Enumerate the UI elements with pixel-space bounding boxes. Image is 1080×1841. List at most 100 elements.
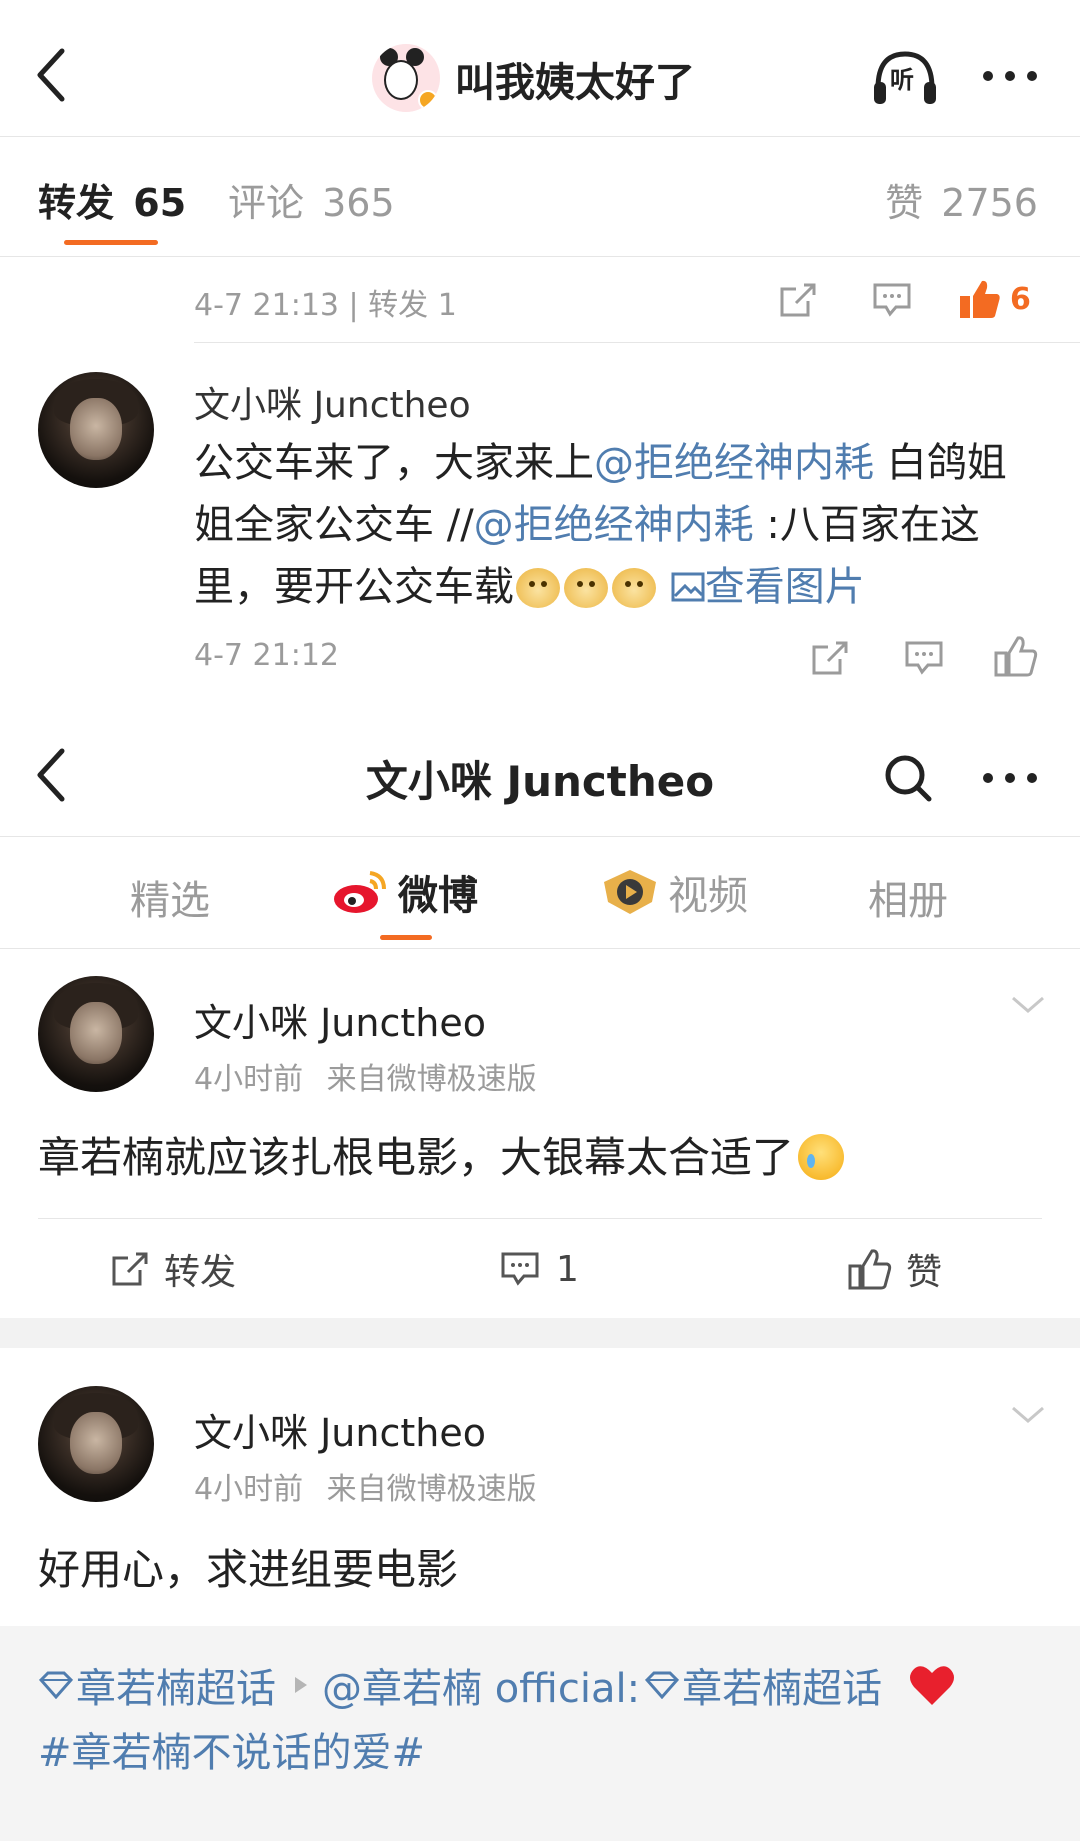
doge-emoji-icon xyxy=(612,568,656,608)
tab-featured[interactable]: 精选 xyxy=(130,868,210,926)
search-icon xyxy=(885,755,932,802)
comment-icon xyxy=(873,283,911,317)
post-text-content: 章若楠就应该扎根电影，大银幕太合适了 xyxy=(38,1133,795,1182)
tab-repost[interactable]: 转发 65 xyxy=(38,172,186,227)
tab-video[interactable]: 视频 xyxy=(600,862,748,922)
tab-comment-label: 评论 xyxy=(228,181,305,225)
doge-emoji-icon xyxy=(564,568,608,608)
post-time: 4小时前 xyxy=(194,1472,304,1507)
post-comment-button[interactable]: 1 xyxy=(500,1244,579,1294)
divider xyxy=(0,136,1080,137)
comment-icon xyxy=(905,641,943,675)
hashtag-link[interactable]: #章若楠不说话的爱# xyxy=(38,1720,425,1778)
tab-weibo-label: 微博 xyxy=(398,873,478,919)
avatar[interactable] xyxy=(38,372,154,488)
tab-like-count: 2756 xyxy=(941,181,1038,225)
more-dots-icon xyxy=(983,71,1037,81)
more-dots-icon xyxy=(983,773,1037,783)
tab-weibo[interactable]: 微博 xyxy=(332,862,478,922)
post-text: 章若楠就应该扎根电影，大银幕太合适了 xyxy=(38,1124,845,1185)
repost-text: 公交车来了，大家来上@拒绝经神内耗 白鸽姐姐全家公交车 //@拒绝经神内耗 :八… xyxy=(194,432,1044,618)
diamond-icon xyxy=(645,1671,680,1699)
tab-like[interactable]: 赞 2756 xyxy=(885,172,1038,227)
repost-action-button[interactable] xyxy=(774,276,822,324)
share-icon xyxy=(812,641,848,675)
like-action-button[interactable] xyxy=(990,630,1042,682)
tab-album[interactable]: 相册 xyxy=(868,868,948,926)
post-meta: 4小时前 来自微博极速版 xyxy=(194,1054,537,1098)
mention-link[interactable]: @拒绝经神内耗 xyxy=(474,502,754,548)
search-button[interactable] xyxy=(878,748,938,808)
tab-active-indicator xyxy=(64,240,158,245)
divider xyxy=(0,836,1080,837)
repost-meta: 4-7 21:13 | 转发 1 xyxy=(194,288,457,323)
repost-text-part: 公交车来了，大家来上 xyxy=(194,440,594,486)
play-arrow-icon xyxy=(295,1677,307,1693)
divider xyxy=(0,948,1080,949)
avatar[interactable] xyxy=(38,1386,154,1502)
post-repost-button[interactable]: 转发 xyxy=(110,1244,236,1294)
section-gap xyxy=(0,1318,1080,1348)
comment-icon xyxy=(501,1252,539,1286)
verified-badge-icon xyxy=(418,90,438,110)
post-author[interactable]: 文小咪 Junctheo xyxy=(194,1402,486,1457)
repost-action-button[interactable] xyxy=(806,634,854,682)
post-options-button[interactable] xyxy=(1006,990,1050,1020)
tab-comment[interactable]: 评论 365 xyxy=(228,172,395,227)
view-images-link[interactable]: 查看图片 xyxy=(671,564,865,610)
post-source: 来自微博极速版 xyxy=(326,1472,537,1507)
thumbs-up-icon xyxy=(994,636,1038,677)
image-icon xyxy=(671,572,705,602)
repost-time: 4-7 21:12 xyxy=(194,638,339,673)
like-count: 6 xyxy=(1010,281,1031,317)
share-icon xyxy=(780,283,816,317)
post-options-button[interactable] xyxy=(1006,1400,1050,1430)
thumbs-up-filled-icon xyxy=(960,280,1000,318)
view-images-label: 查看图片 xyxy=(704,564,865,610)
post-author[interactable]: 文小咪 Junctheo xyxy=(194,992,486,1047)
listen-button[interactable]: 听 xyxy=(870,46,940,110)
tab-like-label: 赞 xyxy=(885,181,924,225)
quoted-text-line-1: 章若楠超话 @章若楠 official: 章若楠超话 xyxy=(38,1656,956,1714)
chevron-down-icon xyxy=(1012,996,1044,1013)
share-icon xyxy=(112,1252,148,1286)
back-button[interactable] xyxy=(20,40,80,110)
crying-emoji-icon xyxy=(798,1134,845,1180)
avatar[interactable] xyxy=(38,976,154,1092)
comment-action-button[interactable] xyxy=(866,276,918,324)
comment-action-button[interactable] xyxy=(898,634,950,682)
chevron-left-icon xyxy=(37,48,65,102)
page-title: 叫我姨太好了 xyxy=(455,60,695,106)
post-text: 好用心，求进组要电影 xyxy=(38,1545,459,1594)
divider xyxy=(194,342,1080,343)
like-action-button[interactable]: 6 xyxy=(958,274,1048,324)
post-source: 来自微博极速版 xyxy=(326,1062,537,1097)
repost-author[interactable]: 文小咪 Junctheo xyxy=(194,376,471,428)
quoted-post[interactable]: 章若楠超话 @章若楠 official: 章若楠超话 #章若楠不说话的爱# xyxy=(0,1626,1080,1841)
tab-repost-count: 65 xyxy=(133,181,187,225)
thumbs-up-icon xyxy=(848,1249,892,1290)
more-button[interactable] xyxy=(978,54,1042,98)
chevron-down-icon xyxy=(1012,1406,1044,1423)
post-meta: 4小时前 来自微博极速版 xyxy=(194,1464,537,1508)
mention-link[interactable]: @章若楠 official: xyxy=(322,1656,640,1714)
tab-active-indicator xyxy=(380,935,432,940)
supertopic-link[interactable]: 章若楠超话 xyxy=(76,1656,276,1714)
post-comment-count: 1 xyxy=(556,1248,579,1290)
divider xyxy=(0,256,1080,257)
post-like-button[interactable]: 赞 xyxy=(848,1244,942,1294)
supertopic-link[interactable]: 章若楠超话 xyxy=(682,1656,882,1714)
video-badge-icon xyxy=(604,870,656,914)
tab-repost-label: 转发 xyxy=(38,181,115,225)
diamond-icon xyxy=(38,1671,74,1699)
more-button[interactable] xyxy=(978,756,1042,800)
author-avatar-small[interactable] xyxy=(372,44,440,112)
divider xyxy=(38,1218,1042,1219)
weibo-logo-icon xyxy=(334,871,386,913)
tab-video-label: 视频 xyxy=(668,873,748,919)
post-like-label: 赞 xyxy=(906,1252,943,1293)
tab-comment-count: 365 xyxy=(322,181,395,225)
post-repost-label: 转发 xyxy=(164,1252,237,1293)
mention-link[interactable]: @拒绝经神内耗 xyxy=(594,440,874,486)
post-time: 4小时前 xyxy=(194,1062,304,1097)
